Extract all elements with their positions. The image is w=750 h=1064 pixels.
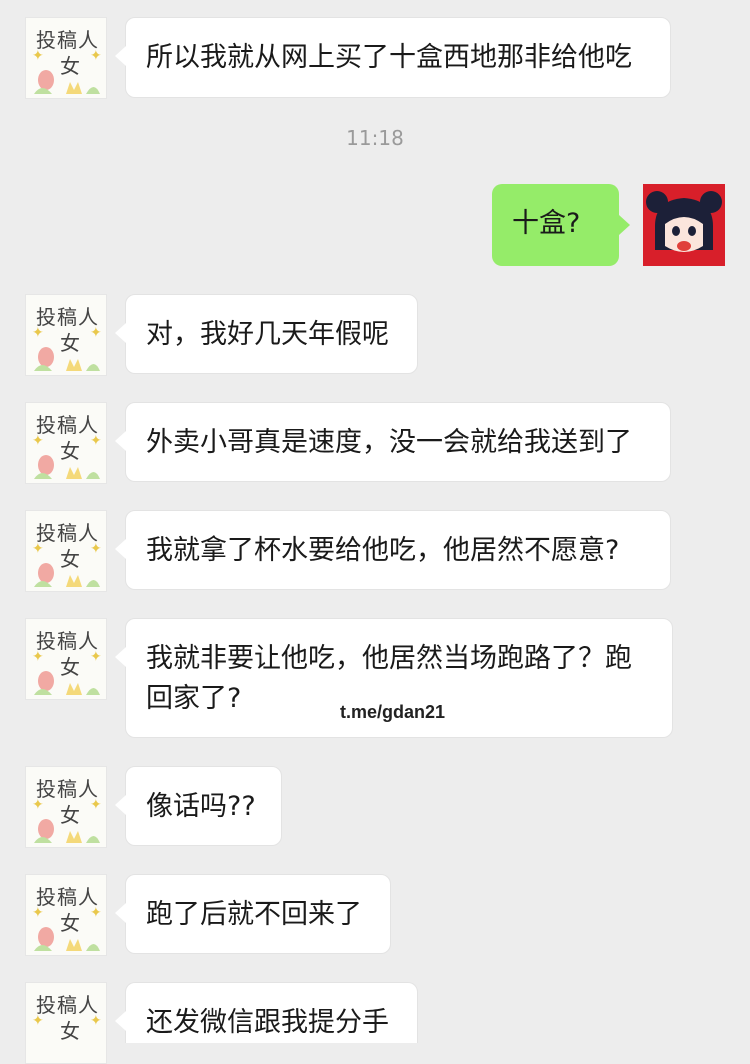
tulip-icon [34,671,100,695]
message-text: 我就拿了杯水要给他吃，他居然不愿意? [146,535,620,566]
sender-avatar[interactable]: 投稿人 女 ✦ ✦ [25,402,107,484]
user-avatar[interactable] [643,184,725,266]
sparkle-icon: ✦ [32,48,44,64]
sparkle-icon: ✦ [32,649,44,665]
sender-avatar[interactable]: 投稿人 女 ✦ ✦ [25,766,107,848]
message-bubble-sent[interactable]: 十盒? [492,184,630,266]
sparkle-icon: ✦ [90,905,102,921]
message-bubble[interactable]: 对，我好几天年假呢 [115,294,418,374]
sender-avatar[interactable]: 投稿人 女 ✦ ✦ [25,294,107,376]
tulip-icon [34,347,100,371]
message-bubble[interactable]: 跑了后就不回来了 [115,874,391,954]
message-text: 跑了后就不回来了 [146,899,362,930]
sender-avatar[interactable]: 投稿人 女 ✦ ✦ [25,874,107,956]
cartoon-girl-icon [646,191,722,252]
watermark: t.me/gdan21 [340,702,446,722]
message-bubble[interactable]: 我就拿了杯水要给他吃，他居然不愿意? [115,510,671,590]
message-text: 还发微信跟我提分手 [146,1007,389,1038]
avatar-label: 女 [60,1019,80,1043]
sparkle-icon: ✦ [32,325,44,341]
sparkle-icon: ✦ [90,649,102,665]
tulip-icon [34,455,100,479]
message-text: 外卖小哥真是速度，没一会就给我送到了 [146,427,632,458]
sender-avatar[interactable]: 投稿人 女 ✦ ✦ [25,618,107,700]
sparkle-icon: ✦ [32,797,44,813]
message-text: 像话吗?? [146,791,256,822]
sparkle-icon: ✦ [90,48,102,64]
sparkle-icon: ✦ [90,325,102,341]
sparkle-icon: ✦ [32,1013,44,1029]
sender-avatar[interactable]: 投稿人 女 ✦ ✦ [25,510,107,592]
sparkle-icon: ✦ [90,797,102,813]
sender-avatar[interactable]: 投稿人 女 ✦ ✦ [25,17,107,99]
message-bubble[interactable]: 外卖小哥真是速度，没一会就给我送到了 [115,402,671,482]
message-bubble[interactable]: 还发微信跟我提分手 [115,982,418,1043]
sparkle-icon: ✦ [32,433,44,449]
message-text: 对，我好几天年假呢 [146,319,389,350]
message-text: 所以我就从网上买了十盒西地那非给他吃 [146,42,632,73]
sparkle-icon: ✦ [90,541,102,557]
sparkle-icon: ✦ [90,433,102,449]
tulip-icon [34,927,100,951]
message-bubble[interactable]: 所以我就从网上买了十盒西地那非给他吃 [115,17,671,98]
tulip-icon [34,819,100,843]
tulip-icon [34,563,100,587]
sparkle-icon: ✦ [90,1013,102,1029]
sparkle-icon: ✦ [32,905,44,921]
message-bubble[interactable]: 像话吗?? [115,766,282,846]
sparkle-icon: ✦ [32,541,44,557]
message-text: 十盒? [512,208,581,239]
timestamp: 11:18 [346,126,404,150]
sender-avatar[interactable]: 投稿人 女 ✦ ✦ [25,982,107,1064]
tulip-icon [34,70,100,94]
